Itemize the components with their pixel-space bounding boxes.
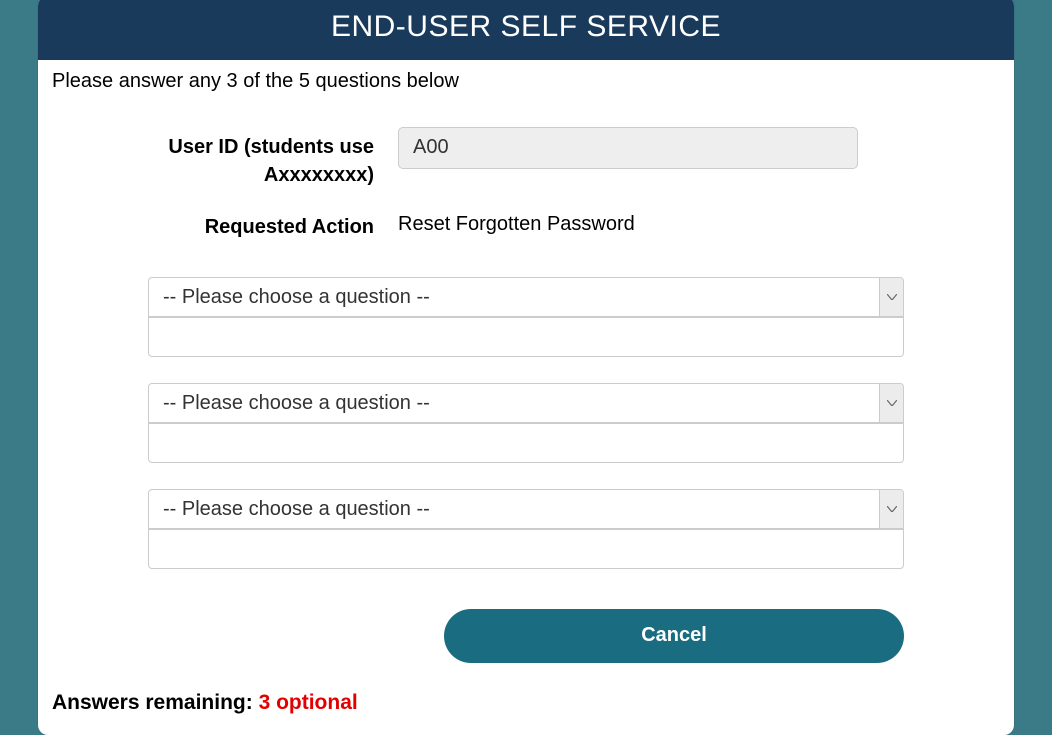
answers-remaining-count: 3 optional (259, 691, 358, 714)
panel-body: Please answer any 3 of the 5 questions b… (38, 60, 1014, 735)
requested-action-row: Requested Action Reset Forgotten Passwor… (58, 207, 994, 241)
requested-action-value-wrap: Reset Forgotten Password (398, 207, 994, 236)
user-id-value-wrap: A00 (398, 127, 994, 169)
self-service-panel: END-USER SELF SERVICE Please answer any … (38, 0, 1014, 735)
requested-action-label: Requested Action (58, 207, 398, 241)
question-select-wrap-3: -- Please choose a question -- (148, 489, 904, 529)
panel-title: END-USER SELF SERVICE (38, 0, 1014, 60)
question-select-1[interactable]: -- Please choose a question -- (148, 277, 904, 317)
answers-remaining-label: Answers remaining: (52, 691, 259, 714)
user-id-row: User ID (students use Axxxxxxxx) A00 (58, 127, 994, 189)
question-select-wrap-2: -- Please choose a question -- (148, 383, 904, 423)
instruction-text: Please answer any 3 of the 5 questions b… (52, 70, 994, 93)
question-group-3: -- Please choose a question -- (148, 489, 904, 569)
answers-remaining: Answers remaining: 3 optional (52, 691, 994, 715)
user-id-field: A00 (398, 127, 858, 169)
cancel-button[interactable]: Cancel (444, 609, 904, 663)
question-select-2[interactable]: -- Please choose a question -- (148, 383, 904, 423)
requested-action-value: Reset Forgotten Password (398, 207, 994, 236)
question-group-1: -- Please choose a question -- (148, 277, 904, 357)
question-select-wrap-1: -- Please choose a question -- (148, 277, 904, 317)
user-id-label: User ID (students use Axxxxxxxx) (58, 127, 398, 189)
questions-block: -- Please choose a question -- -- Please… (58, 277, 994, 569)
answer-input-3[interactable] (148, 529, 904, 569)
answer-input-1[interactable] (148, 317, 904, 357)
answer-input-2[interactable] (148, 423, 904, 463)
question-select-3[interactable]: -- Please choose a question -- (148, 489, 904, 529)
button-row: Cancel (58, 595, 994, 663)
question-group-2: -- Please choose a question -- (148, 383, 904, 463)
